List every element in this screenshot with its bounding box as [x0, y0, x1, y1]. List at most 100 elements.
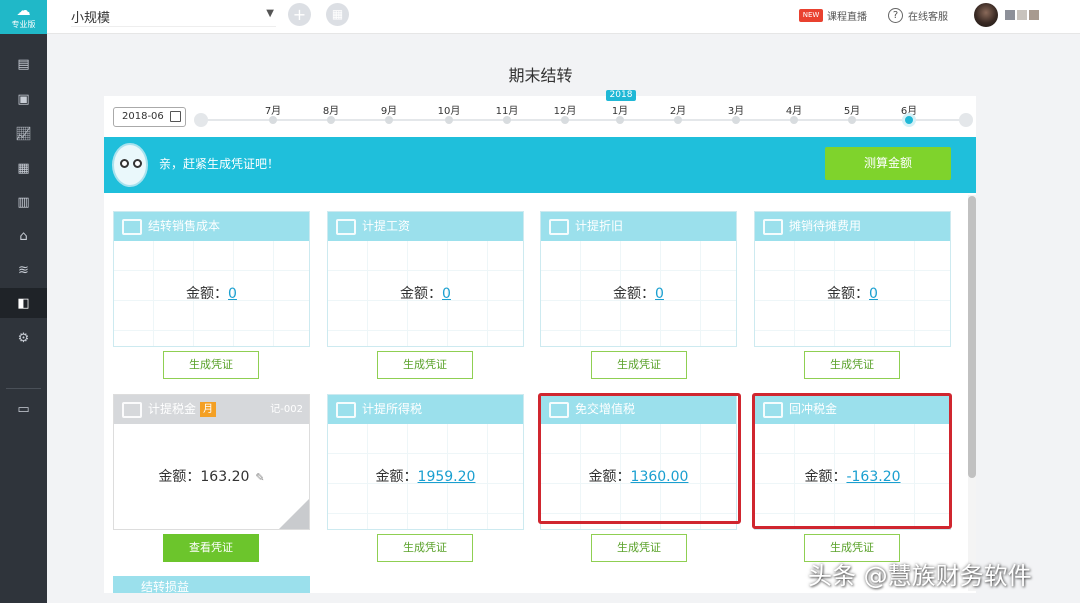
timeline-month-dot[interactable]	[503, 116, 511, 124]
timeline-month-dot[interactable]	[561, 116, 569, 124]
amount-value[interactable]: 0	[228, 286, 237, 302]
highlight-box	[538, 393, 741, 524]
card-title: 计提工资	[362, 219, 411, 233]
timeline-next-icon[interactable]	[959, 113, 973, 127]
attachment-icon[interactable]: ✎	[255, 471, 264, 484]
company-name: 小规模	[71, 11, 111, 26]
timeline-month-dot[interactable]	[616, 116, 624, 124]
edition-label: 专业版	[11, 20, 36, 29]
grid-icon[interactable]: ▦	[326, 3, 349, 26]
timeline-month-label: 7月	[264, 106, 282, 117]
generate-voucher-button[interactable]: 生成凭证	[591, 534, 687, 562]
timeline-month-dot[interactable]	[269, 116, 277, 124]
live-course-link[interactable]: NEW 课程直播	[799, 6, 867, 24]
user-swatch-icon	[1005, 10, 1015, 20]
timeline-month-dot[interactable]	[445, 116, 453, 124]
watermark: 头条 @慧族财务软件	[808, 562, 1032, 590]
amount-label: 金额：	[827, 286, 870, 302]
card-title: 计提折旧	[575, 219, 624, 233]
timeline-month-label: 4月	[785, 106, 803, 117]
timeline-month-label: 9月	[380, 106, 398, 117]
sidebar-item-period-close[interactable]: ◧	[0, 288, 47, 318]
sidebar-item-voucher[interactable]: ▣	[0, 84, 47, 114]
sidebar-item-calendar[interactable]: ▥	[0, 187, 47, 217]
avatar[interactable]	[974, 3, 998, 27]
calendar-icon	[170, 111, 181, 122]
period-close-icon: ◧	[17, 295, 30, 311]
timeline-month-dot[interactable]	[790, 116, 798, 124]
add-icon[interactable]: +	[288, 3, 311, 26]
page-title: 期末结转	[508, 66, 573, 85]
sidebar-item-settings[interactable]: ⚙	[0, 323, 47, 353]
generate-voucher-button[interactable]: 生成凭证	[591, 351, 687, 379]
card-title: 计提税金	[148, 402, 197, 416]
timeline-month-label: 3月	[727, 106, 745, 117]
generate-voucher-button[interactable]: 生成凭证	[377, 351, 473, 379]
timeline-current-dot[interactable]	[902, 113, 916, 127]
sidebar-item-coins[interactable]: ≋	[0, 255, 47, 285]
company-select[interactable]: 小规模 ▼	[71, 7, 276, 27]
timeline-month-label: 5月	[843, 106, 861, 117]
coins-icon: ≋	[18, 262, 29, 278]
timeline-month-dot[interactable]	[848, 116, 856, 124]
amount-value[interactable]: 0	[869, 286, 878, 302]
timeline-month-label: 8月	[322, 106, 340, 117]
amount-value[interactable]: 0	[442, 286, 451, 302]
amount-label: 金额：	[400, 286, 443, 302]
app-logo[interactable]: ☁ 专业版	[0, 0, 47, 34]
card-title: 结转销售成本	[148, 219, 221, 233]
timeline-prev-icon[interactable]	[194, 113, 208, 127]
generate-voucher-button[interactable]: 生成凭证	[163, 351, 259, 379]
calculate-amount-button[interactable]: 测算金额	[825, 147, 951, 180]
amount-value[interactable]: 0	[655, 286, 664, 302]
card-depreciation: 计提折旧 金额：0	[540, 211, 737, 347]
online-service-link[interactable]: ? 在线客服	[888, 6, 948, 24]
tax-icon	[122, 401, 142, 418]
cloud-icon: ☁	[16, 3, 31, 19]
scrollbar-thumb[interactable]	[968, 196, 976, 478]
generate-voucher-button[interactable]: 生成凭证	[804, 351, 900, 379]
year-badge: 2018	[606, 90, 636, 101]
user-swatch-icon	[1029, 10, 1039, 20]
highlight-box	[752, 393, 952, 529]
generate-voucher-button[interactable]: 生成凭证	[377, 534, 473, 562]
timeline-month-label: 1月	[611, 106, 629, 117]
amount-row: 金额：1959.20	[328, 466, 523, 486]
timeline-month-label: 11月	[495, 106, 519, 117]
card-amortization: 摊销待摊费用 金额：0	[754, 211, 951, 347]
amount-label: 金额：	[375, 469, 418, 485]
timeline-month-dot[interactable]	[385, 116, 393, 124]
help-icon: ?	[888, 7, 903, 23]
sidebar-item-ledger[interactable]: ▤	[0, 49, 47, 79]
sales-cost-icon	[122, 218, 142, 235]
calendar-icon: ▥	[17, 194, 30, 210]
period-date-picker[interactable]: 2018-06	[113, 107, 186, 127]
amount-row: 金额：0	[114, 283, 309, 303]
chevron-down-icon: ▼	[266, 8, 274, 19]
sidebar-item-chart[interactable]: 📈︎	[0, 119, 47, 149]
corner-fold-icon	[279, 499, 309, 529]
salary-icon	[336, 218, 356, 235]
timeline-month-label: 2月	[669, 106, 687, 117]
hint-banner: 亲，赶紧生成凭证吧！ 测算金额	[104, 137, 976, 193]
sidebar-divider	[6, 388, 41, 389]
sidebar-item-bank[interactable]: ⌂	[0, 221, 47, 251]
amount-label: 金额：	[158, 469, 201, 485]
timeline-month-dot[interactable]	[327, 116, 335, 124]
card-title: 结转损益	[141, 580, 190, 593]
card-title: 计提所得税	[362, 402, 423, 416]
sidebar-item-report[interactable]: ▦	[0, 153, 47, 183]
timeline-month-dot[interactable]	[674, 116, 682, 124]
bank-icon: ⌂	[19, 228, 28, 244]
top-bar: 小规模 ▼ + ▦ NEW 课程直播 ? 在线客服	[47, 0, 1080, 34]
online-service-label: 在线客服	[908, 11, 948, 23]
card-sales-cost: 结转销售成本 金额：0	[113, 211, 310, 347]
sidebar-item-gift[interactable]: ▭	[0, 394, 47, 424]
live-course-label: 课程直播	[827, 11, 867, 23]
gift-icon: ▭	[17, 401, 30, 417]
view-voucher-button[interactable]: 查看凭证	[163, 534, 259, 562]
depreciation-icon	[549, 218, 569, 235]
amount-value[interactable]: 1959.20	[418, 469, 476, 485]
mascot-icon	[112, 143, 148, 187]
timeline-month-dot[interactable]	[732, 116, 740, 124]
